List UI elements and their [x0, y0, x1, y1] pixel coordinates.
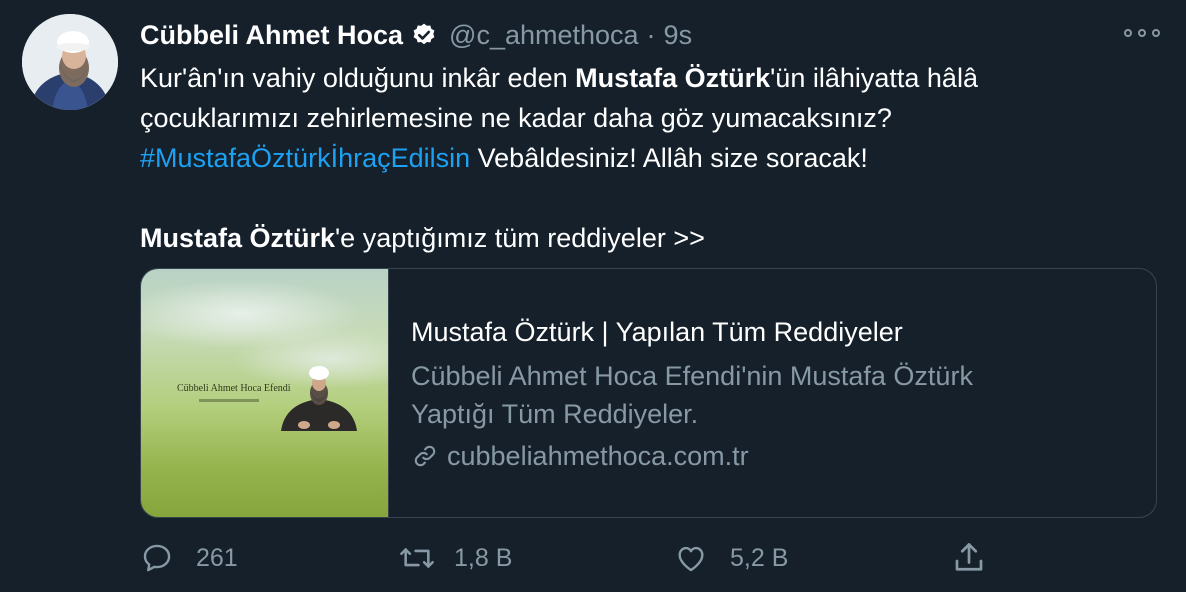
tweet-timestamp[interactable]: 9s	[664, 20, 693, 51]
retweet-count: 1,8 B	[454, 543, 513, 572]
tweet-line: #MustafaÖztürkİhraçEdilsin Vebâldesiniz!…	[140, 138, 1150, 178]
card-link[interactable]: cubbeliahmethoca.com.tr	[411, 437, 1156, 475]
share-icon	[955, 543, 983, 571]
avatar-image	[22, 14, 118, 110]
like-button[interactable]: 5,2 B	[674, 536, 788, 580]
text-segment: 'ün ilâhiyatta hâlâ	[770, 63, 978, 93]
reply-button[interactable]: 261	[140, 536, 238, 580]
verified-badge-icon	[413, 23, 435, 45]
card-title: Mustafa Öztürk | Yapılan Tüm Reddiyeler	[411, 317, 903, 347]
link-card[interactable]: Cübbeli Ahmet Hoca Efendi Mustafa Öztürk…	[140, 268, 1157, 518]
tweet-header: Cübbeli Ahmet Hoca @c_ahmethoca · 9s	[140, 18, 692, 52]
card-description: Cübbeli Ahmet Hoca Efendi'nin Mustafa Öz…	[411, 361, 973, 429]
retweet-icon	[400, 548, 434, 568]
hashtag-link[interactable]: #MustafaÖztürkİhraçEdilsin	[140, 143, 470, 173]
card-image-subtitle-mark	[199, 399, 259, 402]
author-name[interactable]: Cübbeli Ahmet Hoca	[140, 20, 403, 51]
share-button[interactable]	[951, 536, 987, 580]
avatar[interactable]	[22, 14, 118, 110]
reply-icon	[143, 544, 171, 572]
card-image: Cübbeli Ahmet Hoca Efendi	[141, 269, 389, 517]
header-separator: ·	[646, 19, 656, 50]
heart-icon	[678, 546, 704, 572]
more-dot	[1138, 29, 1146, 37]
retweet-button[interactable]: 1,8 B	[398, 536, 512, 580]
tweet-text: Kur'ân'ın vahiy olduğunu inkâr eden Must…	[140, 58, 1150, 258]
like-count: 5,2 B	[730, 543, 789, 572]
text-segment: Vebâldesiniz! Allâh size soracak!	[470, 143, 868, 173]
link-icon	[414, 445, 436, 467]
text-segment: 'e yaptığımız tüm reddiyeler >>	[335, 223, 705, 253]
tweet-line: Mustafa Öztürk'e yaptığımız tüm reddiyel…	[140, 218, 1150, 258]
tweet-line: çocuklarımızı zehirlemesine ne kadar dah…	[140, 103, 892, 133]
card-link-url: cubbeliahmethoca.com.tr	[447, 441, 749, 471]
bold-text: Mustafa Öztürk	[140, 223, 336, 253]
text-segment: Kur'ân'ın vahiy olduğunu inkâr eden	[140, 63, 576, 93]
more-dot	[1152, 29, 1160, 37]
bold-text: Mustafa Öztürk	[575, 63, 771, 93]
tweet-actions: 261 1,8 B 5,2 B	[0, 536, 1186, 580]
author-handle[interactable]: @c_ahmethoca	[449, 20, 639, 51]
card-body: Mustafa Öztürk | Yapılan Tüm Reddiyeler …	[389, 269, 1156, 517]
reply-count: 261	[196, 543, 238, 572]
more-dot	[1124, 29, 1132, 37]
more-options-icon[interactable]	[1124, 22, 1160, 44]
card-image-title: Cübbeli Ahmet Hoca Efendi	[177, 383, 291, 394]
person-figure	[281, 366, 357, 431]
tweet-line: Kur'ân'ın vahiy olduğunu inkâr eden Must…	[140, 58, 1150, 98]
